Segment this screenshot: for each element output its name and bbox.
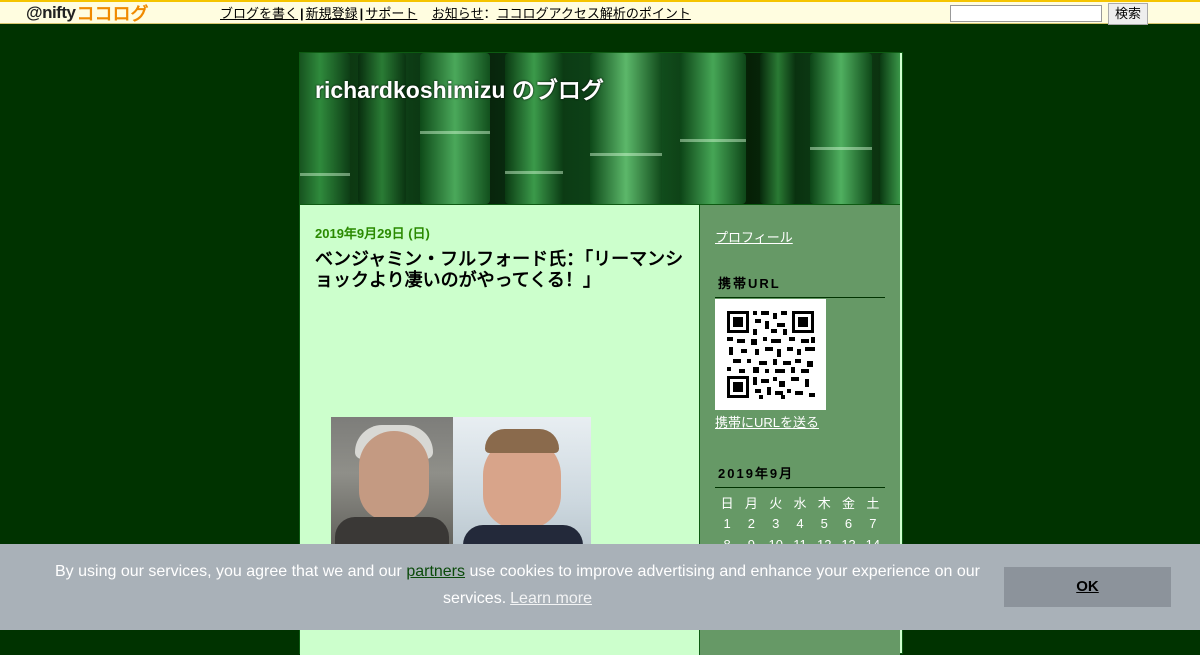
write-blog-link[interactable]: ブログを書く: [220, 6, 298, 21]
calendar-week-row: 1 2 3 4 5 6 7: [715, 513, 885, 534]
cookie-text-before: By using our services, you agree that we…: [55, 563, 407, 580]
divider: |: [300, 6, 304, 21]
post-title[interactable]: ベンジャミン・フルフォード氏：「リーマンショックより凄いのがやってくる！」: [315, 249, 685, 291]
register-link[interactable]: 新規登録: [306, 6, 358, 21]
calendar-day: 4: [796, 516, 804, 531]
photo-right-man: [453, 417, 591, 557]
calendar-day: 6: [844, 516, 853, 531]
cookie-consent-banner: By using our services, you agree that we…: [0, 544, 1200, 630]
weekday-sat: 土: [866, 496, 880, 511]
blog-title[interactable]: richardkoshimizu のブログ: [315, 71, 604, 105]
logo-suffix: ココログ: [76, 4, 149, 25]
access-analysis-link[interactable]: ココログアクセス解析のポイント: [497, 6, 691, 21]
weekday-fri: 金: [842, 496, 856, 511]
photo-left-man: [331, 417, 453, 557]
qr-code-icon: [715, 299, 826, 410]
top-links: ブログを書く | 新規登録 | サポート お知らせ：ココログアクセス解析のポイント: [220, 3, 691, 22]
calendar-day: 3: [772, 516, 780, 531]
cookie-ok-button[interactable]: OK: [1004, 567, 1171, 607]
partners-link[interactable]: partners: [406, 563, 465, 580]
search-button[interactable]: 検索: [1108, 3, 1148, 25]
weekday-tue: 火: [769, 496, 783, 511]
cookie-message: By using our services, you agree that we…: [40, 558, 995, 612]
weekday-mon: 月: [744, 496, 758, 511]
profile-link[interactable]: プロフィール: [715, 227, 793, 246]
calendar-day: 2: [747, 516, 756, 531]
divider: |: [359, 6, 364, 21]
learn-more-link[interactable]: Learn more: [510, 590, 592, 607]
calendar-day: 1: [723, 516, 731, 531]
calendar-day: 7: [869, 516, 877, 531]
weekday-thu: 木: [817, 496, 831, 511]
search-input[interactable]: [950, 5, 1102, 22]
support-link[interactable]: サポート: [365, 6, 417, 21]
nifty-cocolog-logo[interactable]: @nifty ココログ: [26, 3, 149, 25]
colon: ：: [483, 6, 497, 21]
mobile-url-heading: 携帯URL: [715, 273, 885, 298]
news-link[interactable]: お知らせ: [432, 6, 484, 21]
post-date: 2019年9月29日 (日): [315, 226, 430, 241]
calendar-weekday-row: 日 月 火 水 木 金 土: [715, 492, 885, 513]
top-bar: @nifty ココログ ブログを書く | 新規登録 | サポート お知らせ：ココログアク…: [0, 0, 1200, 25]
calendar-heading: 2019年9月: [715, 463, 885, 488]
weekday-wed: 水: [793, 496, 807, 511]
weekday-sun: 日: [720, 496, 734, 511]
post-photo: [331, 417, 591, 557]
send-url-to-mobile-link[interactable]: 携帯にURLを送る: [715, 412, 819, 431]
logo-prefix: @nifty: [26, 3, 76, 22]
bamboo-banner: richardkoshimizu のブログ: [300, 53, 900, 204]
calendar-day: 5: [820, 516, 828, 531]
